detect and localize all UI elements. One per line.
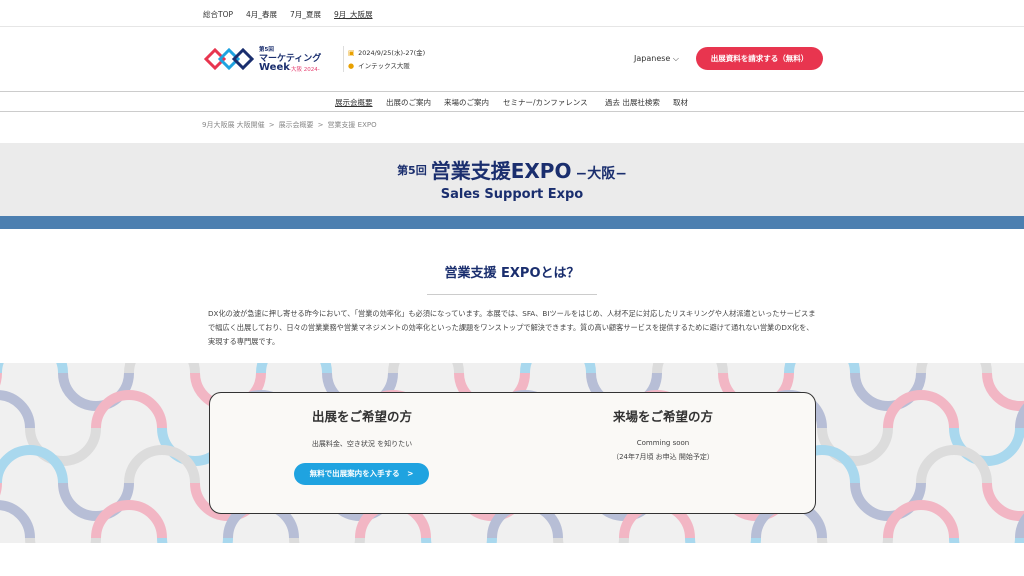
event-date-row: ▣ 2024/9/25(水)-27(金) [348,47,425,57]
top-navigation: 総合TOP 4月_春展 7月_夏展 9月_大阪展 [0,0,1024,27]
hero-suffix: −大阪− [575,166,627,182]
pattern-arc [0,390,35,429]
pattern-arc [784,363,860,374]
breadcrumb-current: 営業支援 EXPO [327,121,377,129]
pattern-arc [982,372,1024,411]
pattern-arc [883,500,959,539]
pattern-arc [652,363,728,374]
pattern-arc [883,390,959,429]
main-navigation: 展示会概要 出展のご案内 来場のご案内 セミナー/カンファレンス 過去 出展社検… [0,91,1024,112]
pattern-arc [1015,403,1024,429]
pattern-arc [91,390,167,429]
pattern-arc [91,500,167,539]
page-footer-space [0,543,1024,576]
language-selector[interactable]: Japanese ⌵ [634,54,679,64]
hero-edition: 第5回 [397,164,427,177]
topnav-link-july[interactable]: 7月_夏展 [290,9,321,20]
pattern-arc [916,363,992,374]
hero-english-title: Sales Support Expo [440,187,584,202]
hero-banner: 第5回 営業支援EXPO −大阪− Sales Support Expo [0,143,1024,218]
event-logo[interactable]: 第5回 マーケティング Week -大阪 2024- [203,44,334,74]
breadcrumb-item[interactable]: 展示会概要 [279,121,314,129]
pattern-arc [124,363,200,374]
hero-title: 第5回 営業支援EXPO −大阪− [0,155,1024,184]
cta-card: 出展をご希望の方 出展料金、空き状況 を知りたい 無料で出展案内を入手する > … [209,392,816,514]
nav-visit-info[interactable]: 来場のご案内 [444,97,489,108]
event-venue-row: ● インテックス大阪 [348,60,410,70]
pattern-arc [916,445,992,484]
visit-schedule: （24年7月頃 お申込 開始予定） [612,453,714,461]
logo-mark-icon [203,47,255,71]
about-description: DX化の波が急速に押し寄せる昨今において、「営業の効率化」も必須になっています。… [208,309,816,346]
event-date: 2024/9/25(水)-27(金) [358,49,426,57]
breadcrumb-separator: > [317,121,324,129]
nav-exhibit-info[interactable]: 出展のご案内 [386,97,431,108]
visit-coming-soon: Comming soon [636,439,690,447]
pattern-arc [982,482,1024,521]
about-heading: 営業支援 EXPOとは？ [444,266,580,281]
pattern-arc [520,363,596,374]
breadcrumb: 9月大阪展 大阪開催 > 展示会概要 > 営業支援 EXPO [202,120,377,130]
breadcrumb-item[interactable]: 9月大阪展 大阪開催 [202,121,265,129]
logo-week: Week [259,62,290,73]
pattern-arc [0,500,35,539]
topnav-link-april[interactable]: 4月_春展 [246,9,277,20]
get-exhibit-guide-button[interactable]: 無料で出展案内を入手する > [294,463,429,485]
topnav-link-top[interactable]: 総合TOP [203,9,233,20]
logo-subtitle: -大阪 2024- [289,67,320,73]
hero-stripe [0,216,1024,229]
event-venue: インテックス大阪 [358,62,410,70]
pattern-arc [1015,513,1024,539]
exhibit-heading: 出展をご希望の方 [311,409,412,424]
pattern-arc [388,363,464,374]
request-materials-button[interactable]: 出展資料を請求する（無料） [696,47,823,70]
location-pin-icon: ● [348,62,355,70]
pattern-arc [0,363,68,374]
event-info: ▣ 2024/9/25(水)-27(金) ● インテックス大阪 [343,46,425,72]
calendar-icon: ▣ [348,49,355,57]
pattern-arc [256,363,332,374]
nav-seminar[interactable]: セミナー/カンファレンス [503,97,588,108]
hero-main-title: 営業支援EXPO [430,159,572,183]
pattern-arc [0,445,68,484]
nav-press[interactable]: 取材 [673,97,688,108]
divider [427,294,597,295]
visit-heading: 来場をご希望の方 [612,409,713,424]
exhibit-text: 出展料金、空き状況 を知りたい [311,440,413,448]
pattern-arc [124,445,200,484]
topnav-link-september[interactable]: 9月_大阪展 [334,9,373,20]
nav-past-exhibitors[interactable]: 過去 出展社検索 [605,97,660,108]
breadcrumb-separator: > [268,121,275,129]
nav-overview[interactable]: 展示会概要 [335,97,373,108]
